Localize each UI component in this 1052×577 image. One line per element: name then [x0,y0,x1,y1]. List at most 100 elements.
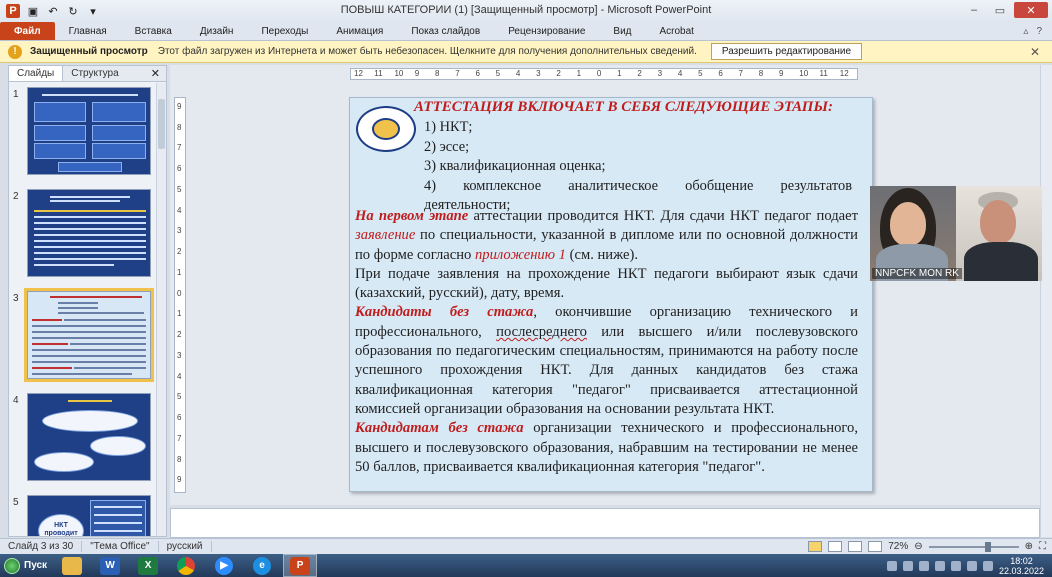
list-item: 1) НКТ; [424,119,473,135]
close-panel-icon[interactable]: ✕ [151,66,166,81]
slide-sorter-icon[interactable] [828,541,843,552]
ruler-tick-label: 6 [718,69,723,78]
save-icon[interactable]: ▣ [26,4,40,18]
taskbar-ie[interactable]: e [245,554,279,577]
ruler-tick-label: 11 [819,69,828,78]
quick-access-toolbar: P ▣ ↶ ↻ ▾ [0,4,100,18]
fit-slide-icon[interactable]: ⛶ [1039,541,1046,552]
ruler-tick-label: 2 [177,247,182,257]
protected-view-message[interactable]: Этот файл загружен из Интернета и может … [158,46,697,57]
help-icon[interactable]: ? [1036,26,1042,37]
slides-panel: Слайды Структура ✕ 1 2 3 4 5 НКТ проводи… [8,65,167,537]
status-bar: Слайд 3 из 30 "Тема Office" русский 72% … [0,538,1052,554]
network-icon[interactable] [966,560,977,571]
tab-transitions[interactable]: Переходы [247,22,322,40]
stages-list: 1) НКТ; 2) эссе; 3) квалификационная оце… [424,118,852,216]
enable-editing-button[interactable]: Разрешить редактирование [710,43,863,60]
tab-slides[interactable]: Слайды [9,66,64,81]
tray-icon[interactable] [950,560,961,571]
ruler-tick-label: 0 [596,69,602,78]
slide-editor: 12 11 10 9 8 7 6 5 4 3 2 1 0 1 2 3 4 5 6 7 8 9 10 11 12 98765432… [170,65,1040,505]
windows-taskbar: Пуск W X ▶ e P 18:02 22.03.2022 [0,554,1052,577]
slide-preview [27,87,151,175]
undo-icon[interactable]: ↶ [46,4,60,18]
start-label: Пуск [24,560,48,571]
slideshow-view-icon[interactable] [868,541,883,552]
slide-preview: НКТ проводит [27,495,151,536]
taskbar-explorer[interactable] [55,554,89,577]
taskbar-powerpoint[interactable]: P [283,554,318,577]
tab-acrobat[interactable]: Acrobat [646,22,708,40]
volume-icon[interactable] [982,560,993,571]
thumbnail-scrollbar[interactable] [156,83,166,536]
ruler-tick-label: 8 [434,69,440,78]
clock[interactable]: 18:02 22.03.2022 [999,556,1044,576]
reading-view-icon[interactable] [848,541,863,552]
language-indicator[interactable]: русский [159,541,212,552]
zoom-out-icon[interactable]: ⊖ [914,541,922,552]
minimize-icon[interactable]: – [962,2,986,18]
paragraph-first-stage: На первом этапе аттестации проводится НК… [355,207,858,265]
maximize-icon[interactable]: ▭ [988,2,1012,18]
tray-icon[interactable] [902,560,913,571]
ruler-tick-label: 1 [617,69,622,78]
video-call-overlay[interactable]: NNPCFK MON RK [870,186,1042,281]
list-item: 3) квалификационная оценка; [424,158,606,174]
start-button[interactable]: Пуск [0,554,55,577]
ruler-tick-label: 5 [495,69,501,78]
ruler-tick-label: 10 [799,69,809,78]
zoom-slider[interactable] [928,541,1019,552]
participant-video-right [956,186,1042,281]
close-bar-icon[interactable]: ✕ [1030,45,1040,59]
taskbar-chrome[interactable] [169,554,203,577]
ruler-tick-label: 9 [779,69,784,78]
tab-slideshow[interactable]: Показ слайдов [397,22,494,40]
close-icon[interactable]: ✕ [1014,2,1048,18]
tab-outline[interactable]: Структура [63,66,126,81]
ribbon-minimize-icon[interactable]: ▵ [1023,26,1028,37]
ruler-tick-label: 7 [455,69,460,78]
normal-view-icon[interactable] [808,541,823,552]
scrollbar-thumb[interactable] [158,99,165,149]
tab-insert[interactable]: Вставка [121,22,186,40]
list-item: 4) комплексное аналитическое обобщение р… [424,177,852,194]
tray-icon[interactable] [918,560,929,571]
statement-link: заявление [355,227,416,244]
current-slide[interactable]: АТТЕСТАЦИЯ ВКЛЮЧАЕТ В СЕБЯ СЛЕДУЮЩИЕ ЭТА… [349,97,873,492]
highlight-candidates-score: Кандидатам без стажа [355,420,524,437]
redo-icon[interactable]: ↻ [66,4,80,18]
protected-view-title: Защищенный просмотр [30,46,148,57]
spellcheck-word: послесреднего [496,323,587,340]
tab-design[interactable]: Дизайн [186,22,248,40]
paragraph-candidates-score: Кандидатам без стажа организации техниче… [355,419,858,477]
ruler-tick-label: 6 [475,69,480,78]
taskbar-zoom[interactable]: ▶ [207,554,241,577]
tab-review[interactable]: Рецензирование [494,22,599,40]
taskbar-word[interactable]: W [93,554,127,577]
tab-home[interactable]: Главная [55,22,121,40]
tab-file[interactable]: Файл [0,22,55,40]
excel-icon: X [138,556,159,575]
customize-toolbar-icon[interactable]: ▾ [86,4,100,18]
notes-pane[interactable] [170,508,1040,538]
horizontal-ruler: 12 11 10 9 8 7 6 5 4 3 2 1 0 1 2 3 4 5 6 7 8 9 10 11 12 [350,68,858,80]
ruler-tick-label: 4 [177,371,182,381]
appendix-link: приложению 1 [474,246,566,263]
slide-number: 2 [13,191,19,202]
tab-animation[interactable]: Анимация [322,22,397,40]
tray-icon[interactable] [934,560,945,571]
ruler-tick-label: 5 [177,184,182,194]
ruler-tick-label: 3 [657,69,663,78]
tray-icon[interactable] [886,560,897,571]
editor-scrollbar[interactable] [1040,65,1052,537]
system-tray: 18:02 22.03.2022 [886,556,1052,576]
view-controls: 72% ⊖ ⊕ ⛶ [808,541,1052,552]
text-run: (см. ниже). [565,246,638,263]
tab-view[interactable]: Вид [599,22,645,40]
slide-number: 4 [13,395,19,406]
powerpoint-logo-icon[interactable]: P [6,4,20,18]
zoom-in-icon[interactable]: ⊕ [1025,541,1033,552]
logo-emblem-icon [356,106,416,152]
taskbar-excel[interactable]: X [131,554,165,577]
zoom-level[interactable]: 72% [888,541,908,552]
